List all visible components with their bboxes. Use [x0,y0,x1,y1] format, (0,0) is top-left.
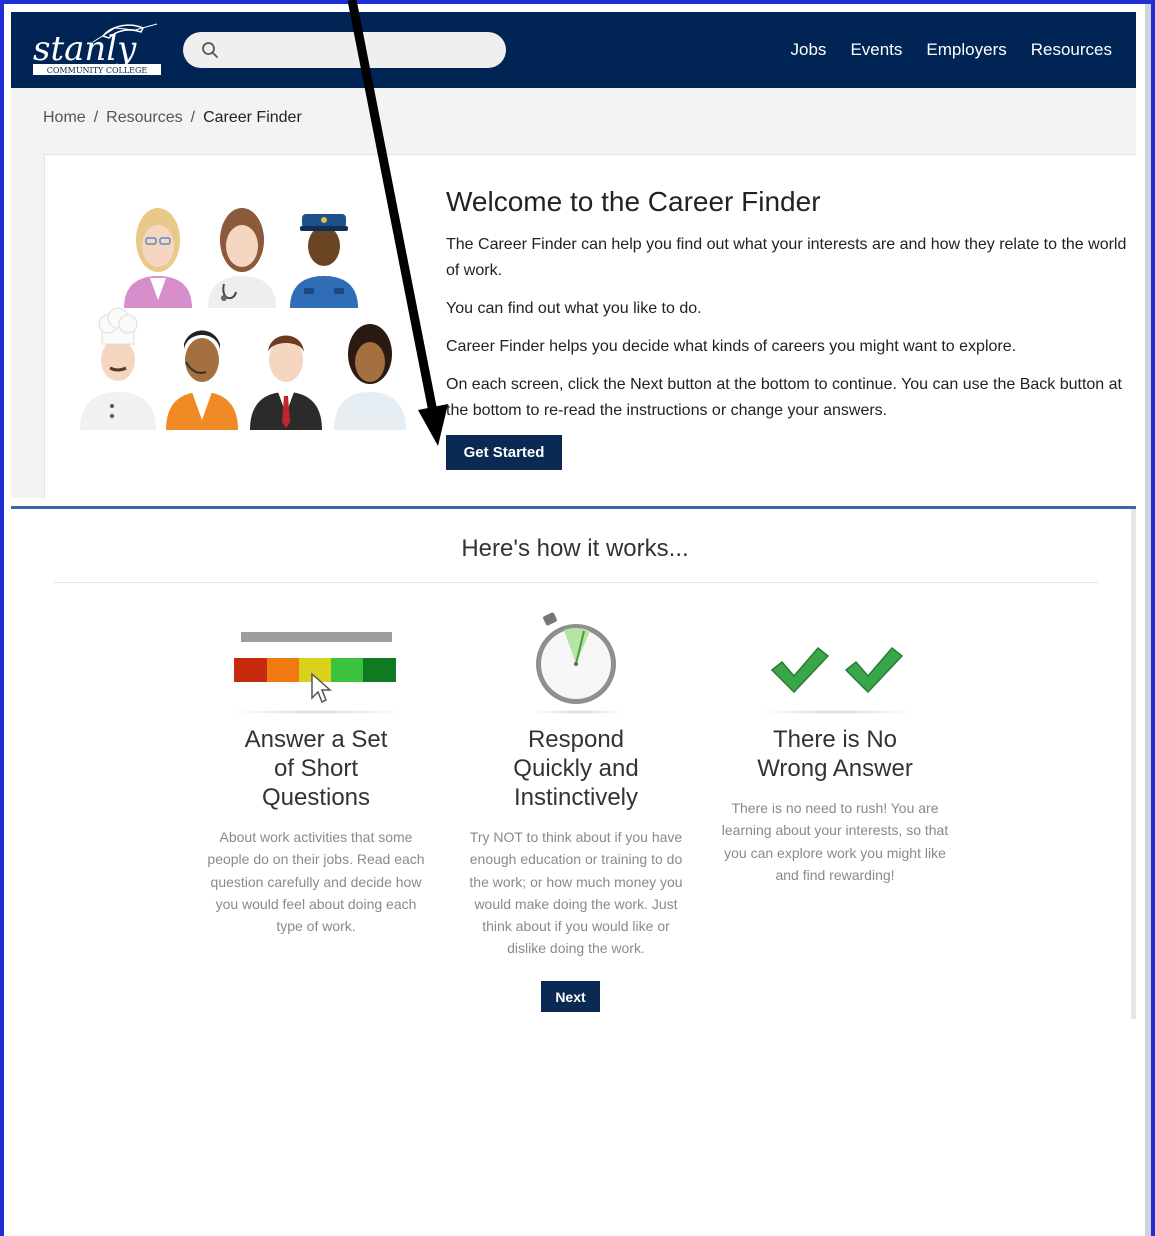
person-businesswoman-icon [124,208,192,308]
get-started-button[interactable]: Get Started [446,435,562,470]
section-rule [54,582,1098,583]
welcome-paragraph: On each screen, click the Next button at… [446,376,1122,419]
breadcrumb-separator: / [190,109,196,126]
step-description: There is no need to rush! You are learni… [721,800,949,883]
step-description: Try NOT to think about if you have enoug… [469,829,683,957]
breadcrumb-separator: / [93,109,99,126]
nav-link-events[interactable]: Events [850,40,902,60]
rating-scale-icon [234,632,396,704]
breadcrumb-resources[interactable]: Resources [106,109,182,127]
step-respond-quickly: Respond Quickly and Instinctively Try NO… [464,725,688,960]
step-answer-questions: Answer a Set of Short Questions About wo… [204,725,428,937]
icon-shadow [533,710,623,714]
person-chef-icon [80,307,156,430]
welcome-title: Welcome to the Career Finder [446,186,821,217]
section-divider [11,506,1136,509]
person-businessman-icon [250,335,322,430]
nav-link-employers[interactable]: Employers [926,40,1006,60]
search-icon [202,42,218,58]
logo-wordmark: stanly [33,29,137,69]
welcome-paragraph: You can find out what you like to do. [446,300,702,317]
icon-shadow [232,710,402,714]
breadcrumb: Home / Resources / Career Finder [43,109,302,127]
icon-shadow [762,710,912,714]
person-doctor-icon [208,208,276,308]
step-description: About work activities that some people d… [207,829,425,935]
step-title: There is No Wrong Answer [757,726,913,782]
welcome-paragraph: The Career Finder can help you find out … [446,236,1127,279]
search-bar[interactable] [183,32,506,68]
main-nav: Jobs Events Employers Resources [791,12,1112,88]
breadcrumb-home[interactable]: Home [43,109,86,127]
person-nurse-icon [334,324,406,430]
next-button[interactable]: Next [541,981,600,1012]
person-police-officer-icon [290,214,358,308]
nav-link-resources[interactable]: Resources [1031,40,1112,60]
step-no-wrong-answer: There is No Wrong Answer There is no nee… [716,725,954,886]
career-people-illustration [80,208,406,430]
nav-link-jobs[interactable]: Jobs [791,40,827,60]
logo-subtext: COMMUNITY COLLEGE [47,66,148,75]
frame-edge [1145,4,1151,1236]
top-navbar: stanly COMMUNITY COLLEGE Jobs Events Emp… [11,12,1136,88]
scrollbar-track[interactable] [1131,509,1136,1019]
step-title: Answer a Set of Short Questions [244,726,388,811]
how-it-works-title: Here's how it works... [461,535,689,562]
checkmarks-icon [770,646,904,694]
welcome-paragraph: Career Finder helps you decide what kind… [446,338,1017,355]
step-title: Respond Quickly and Instinctively [513,726,639,811]
stopwatch-icon [536,612,616,704]
person-customer-service-icon [166,330,238,430]
college-logo[interactable]: stanly COMMUNITY COLLEGE [33,20,161,76]
breadcrumb-current: Career Finder [203,109,302,126]
